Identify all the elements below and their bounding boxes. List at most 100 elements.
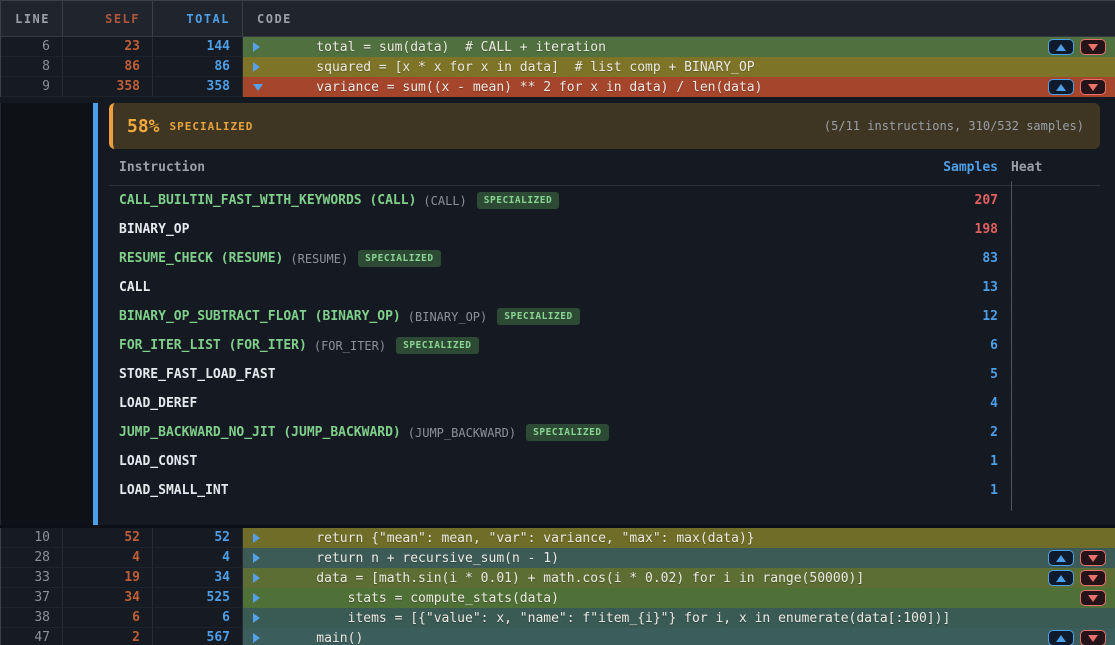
total-samples: 525	[153, 588, 243, 608]
line-number: 47	[1, 628, 63, 645]
instruction-row: FOR_ITER_LIST (FOR_ITER) (FOR_ITER) SPEC…	[109, 331, 1100, 360]
instruction-row: LOAD_DEREF 4	[109, 389, 1100, 418]
line-number: 8	[1, 57, 63, 77]
instruction-base: (CALL)	[423, 194, 466, 208]
self-samples: 358	[63, 77, 153, 97]
table-header: LINE SELF TOTAL CODE	[0, 0, 1115, 37]
instruction-column-header: Instruction	[109, 160, 926, 175]
code-cell[interactable]: squared = [x * x for x in data] # list c…	[243, 57, 1115, 77]
code-cell[interactable]: main()	[243, 628, 1115, 645]
heat-column-header: Heat	[1011, 160, 1068, 175]
jump-up-button[interactable]	[1048, 79, 1074, 95]
total-samples: 86	[153, 57, 243, 77]
expand-collapsed-icon[interactable]	[253, 533, 273, 543]
header-self[interactable]: SELF	[63, 1, 153, 36]
instruction-samples: 4	[926, 396, 998, 411]
line-number: 10	[1, 528, 63, 548]
jump-down-button[interactable]	[1080, 570, 1106, 586]
jump-up-button[interactable]	[1048, 39, 1074, 55]
line-number: 6	[1, 37, 63, 57]
specialized-badge: SPECIALIZED	[477, 192, 559, 209]
instruction-base: (BINARY_OP)	[408, 310, 487, 324]
jump-down-button[interactable]	[1080, 39, 1106, 55]
line-number: 28	[1, 548, 63, 568]
instruction-samples: 6	[926, 338, 998, 353]
self-samples: 6	[63, 608, 153, 628]
code-row-line-6: 6 23 144 total = sum(data) # CALL + iter…	[0, 37, 1115, 57]
header-line: LINE	[1, 1, 63, 36]
expand-collapsed-icon[interactable]	[253, 62, 273, 72]
code-cell[interactable]: stats = compute_stats(data)	[243, 588, 1115, 608]
up-arrow-icon	[1056, 635, 1066, 642]
expand-collapsed-icon[interactable]	[253, 42, 273, 52]
self-samples: 34	[63, 588, 153, 608]
instruction-samples: 13	[926, 280, 998, 295]
expand-collapsed-icon[interactable]	[253, 633, 273, 643]
down-arrow-icon	[1088, 635, 1098, 642]
up-arrow-icon	[1056, 84, 1066, 91]
total-samples: 144	[153, 37, 243, 57]
code-text: items = [{"value": x, "name": f"item_{i}…	[273, 611, 950, 626]
instruction-samples: 5	[926, 367, 998, 382]
instruction-samples: 1	[926, 483, 998, 498]
code-row-line-10: 10 52 52 return {"mean": mean, "var": va…	[0, 528, 1115, 548]
code-row-line-47: 47 2 567 main()	[0, 628, 1115, 645]
jump-down-button[interactable]	[1080, 550, 1106, 566]
instruction-name: BINARY_OP_SUBTRACT_FLOAT (BINARY_OP)	[119, 309, 401, 324]
code-cell[interactable]: return {"mean": mean, "var": variance, "…	[243, 528, 1115, 548]
code-cell[interactable]: total = sum(data) # CALL + iteration	[243, 37, 1115, 57]
instruction-samples: 2	[926, 425, 998, 440]
jump-down-button[interactable]	[1080, 590, 1106, 606]
jump-up-button[interactable]	[1048, 630, 1074, 645]
total-samples: 358	[153, 77, 243, 97]
specialized-label: SPECIALIZED	[170, 120, 254, 133]
self-samples: 2	[63, 628, 153, 645]
specialized-badge: SPECIALIZED	[526, 424, 608, 441]
code-cell[interactable]: items = [{"value": x, "name": f"item_{i}…	[243, 608, 1115, 628]
instruction-name: FOR_ITER_LIST (FOR_ITER)	[119, 338, 307, 353]
self-samples: 52	[63, 528, 153, 548]
code-cell[interactable]: return n + recursive_sum(n - 1)	[243, 548, 1115, 568]
samples-column-header[interactable]: Samples	[926, 160, 998, 175]
instruction-name: BINARY_OP	[119, 222, 189, 237]
jump-up-button[interactable]	[1048, 550, 1074, 566]
instruction-name: RESUME_CHECK (RESUME)	[119, 251, 283, 266]
expand-collapsed-icon[interactable]	[253, 573, 273, 583]
panel-accent-line	[93, 103, 98, 525]
code-text: total = sum(data) # CALL + iteration	[273, 40, 606, 55]
code-text: variance = sum((x - mean) ** 2 for x in …	[273, 80, 762, 95]
instruction-row: JUMP_BACKWARD_NO_JIT (JUMP_BACKWARD) (JU…	[109, 418, 1100, 447]
instruction-table: Instruction Samples Heat CALL_BUILTIN_FA…	[109, 149, 1100, 505]
instruction-row: LOAD_SMALL_INT 1	[109, 476, 1100, 505]
total-samples: 52	[153, 528, 243, 548]
instruction-table-header: Instruction Samples Heat	[109, 149, 1100, 186]
expand-collapsed-icon[interactable]	[253, 553, 273, 563]
jump-up-button[interactable]	[1048, 570, 1074, 586]
jump-down-button[interactable]	[1080, 79, 1106, 95]
code-text: return n + recursive_sum(n - 1)	[273, 551, 559, 566]
code-cell[interactable]: variance = sum((x - mean) ** 2 for x in …	[243, 77, 1115, 97]
code-cell[interactable]: data = [math.sin(i * 0.01) + math.cos(i …	[243, 568, 1115, 588]
expand-collapsed-icon[interactable]	[253, 613, 273, 623]
instruction-detail-panel: 58% SPECIALIZED (5/11 instructions, 310/…	[0, 103, 1115, 525]
down-arrow-icon	[1088, 44, 1098, 51]
instruction-name: STORE_FAST_LOAD_FAST	[119, 367, 276, 382]
expand-collapsed-icon[interactable]	[253, 593, 273, 603]
code-text: stats = compute_stats(data)	[273, 591, 559, 606]
jump-down-button[interactable]	[1080, 630, 1106, 645]
header-total[interactable]: TOTAL	[153, 1, 243, 36]
instruction-row: LOAD_CONST 1	[109, 447, 1100, 476]
instruction-base: (RESUME)	[290, 252, 348, 266]
code-row-line-38: 38 6 6 items = [{"value": x, "name": f"i…	[0, 608, 1115, 628]
self-samples: 4	[63, 548, 153, 568]
instruction-samples: 1	[926, 454, 998, 469]
code-row-line-33: 33 19 34 data = [math.sin(i * 0.01) + ma…	[0, 568, 1115, 588]
line-number: 38	[1, 608, 63, 628]
expand-expanded-icon[interactable]	[253, 84, 273, 91]
instruction-row: RESUME_CHECK (RESUME) (RESUME) SPECIALIZ…	[109, 244, 1100, 273]
down-arrow-icon	[1088, 555, 1098, 562]
total-samples: 34	[153, 568, 243, 588]
instruction-samples: 207	[926, 193, 998, 208]
code-row-line-8: 8 86 86 squared = [x * x for x in data] …	[0, 57, 1115, 77]
up-arrow-icon	[1056, 575, 1066, 582]
